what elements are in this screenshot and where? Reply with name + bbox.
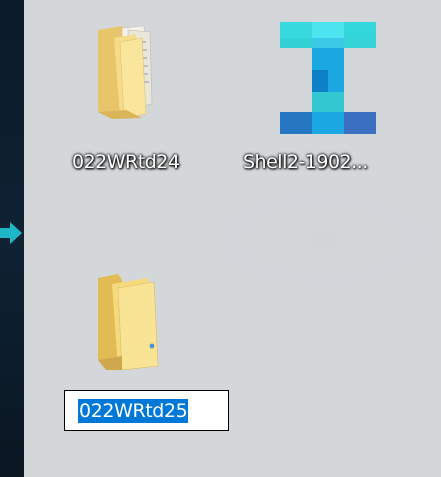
icon-label-022WRtd24: 022WRtd24 <box>72 151 180 173</box>
icon-label-shell2: Shell2-1902... <box>243 151 368 173</box>
arrow-right-icon <box>0 222 22 244</box>
left-sidebar-strip <box>0 0 24 477</box>
desktop-icon-shell2[interactable]: Shell2-1902... <box>224 0 384 190</box>
folder-with-documents-icon <box>98 25 153 119</box>
desktop-icon-022WRtd24[interactable]: 022WRtd24 <box>24 0 184 190</box>
empty-folder-icon <box>98 274 159 370</box>
desktop[interactable]: 022WRtd24 Shell2-1902... 022WRtd25 <box>24 0 441 477</box>
shell-app-icon <box>280 22 376 134</box>
rename-textbox[interactable]: 022WRtd25 <box>64 390 229 431</box>
rename-selected-text[interactable]: 022WRtd25 <box>78 399 189 423</box>
